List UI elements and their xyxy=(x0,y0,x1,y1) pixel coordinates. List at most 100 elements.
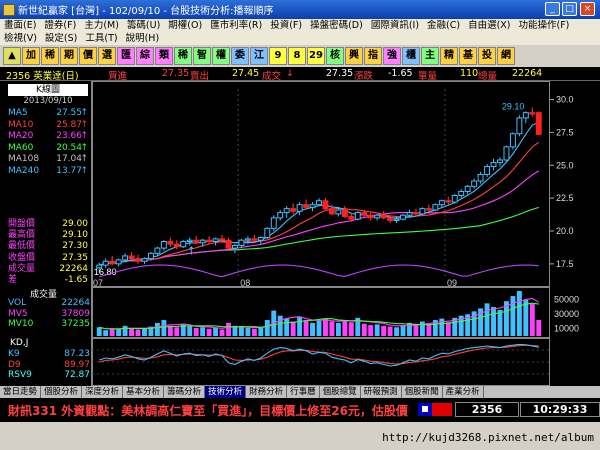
toolbar-button-11[interactable]: 權 xyxy=(212,47,230,65)
chg-label: 漲跌 xyxy=(354,71,374,82)
toolbar-button-5[interactable]: 選 xyxy=(98,47,116,65)
ma-value: 20.54 xyxy=(56,142,82,153)
toolbar-button-10[interactable]: 智 xyxy=(193,47,211,65)
toolbar-button-1[interactable]: 加 xyxy=(22,47,40,65)
volume-bar xyxy=(226,322,231,336)
menu-item-1[interactable]: 證券(F) xyxy=(40,19,80,32)
news-ticker[interactable]: 財訊331 外資觀點：美林調高仁寶至「買進」，目標價上修至26元，估股價 xyxy=(0,402,420,419)
volume-bar xyxy=(529,304,535,336)
volume-bar xyxy=(368,325,374,336)
menu2-item-1[interactable]: 設定(S) xyxy=(41,32,81,45)
menu2-item-3[interactable]: 說明(H) xyxy=(122,32,164,45)
menu-item-11[interactable]: 功能操作(F) xyxy=(515,19,574,32)
tab-0[interactable]: 當日走勢 xyxy=(0,386,42,398)
toolbar-button-14[interactable]: 9 xyxy=(269,47,287,65)
toolbar-button-24[interactable]: 基 xyxy=(459,47,477,65)
toolbar-button-20[interactable]: 強 xyxy=(383,47,401,65)
price-tick-label: 30.0 xyxy=(556,95,574,105)
menu-item-8[interactable]: 國際資訊(I) xyxy=(367,19,423,32)
volume-bar xyxy=(413,324,419,336)
volume-bar xyxy=(135,329,141,336)
menu-item-4[interactable]: 期權(O) xyxy=(164,19,206,32)
kline-header[interactable]: K線圖 xyxy=(8,84,88,96)
volume-bar xyxy=(174,327,180,336)
ohlc-value: 29.00 xyxy=(62,219,88,229)
tab-9[interactable]: 研報預測 xyxy=(361,386,402,398)
tab-11[interactable]: 產業分析 xyxy=(443,386,484,398)
menu-item-2[interactable]: 主力(M) xyxy=(80,19,123,32)
toolbar-button-7[interactable]: 綜 xyxy=(136,47,154,65)
volume-tick-label: 30000 xyxy=(554,309,579,319)
menu-item-0[interactable]: 畫面(E) xyxy=(0,19,40,32)
menu-item-10[interactable]: 自由選(X) xyxy=(464,19,514,32)
tab-3[interactable]: 基本分析 xyxy=(123,386,165,398)
volume-bar xyxy=(206,328,212,336)
tab-8[interactable]: 個股總覽 xyxy=(320,386,361,398)
toolbar-button-2[interactable]: 稀 xyxy=(41,47,59,65)
toolbar-button-19[interactable]: 指 xyxy=(364,47,382,65)
toolbar-button-15[interactable]: 8 xyxy=(288,47,306,65)
toolbar-button-21[interactable]: 櫃 xyxy=(402,47,420,65)
legend-label: K9 xyxy=(8,349,20,359)
month-label: 09 xyxy=(447,278,457,287)
menu2-item-0[interactable]: 檢視(V) xyxy=(0,32,41,45)
tab-7[interactable]: 行事曆 xyxy=(287,386,320,398)
ohlc-label: 開盤價 xyxy=(8,219,36,229)
menu-item-7[interactable]: 操盤密碼(D) xyxy=(306,19,367,32)
tab-10[interactable]: 個股新聞 xyxy=(402,386,443,398)
toolbar-button-9[interactable]: 稀 xyxy=(174,47,192,65)
tab-1[interactable]: 個股分析 xyxy=(41,386,83,398)
toolbar-button-8[interactable]: 類 xyxy=(155,47,173,65)
up-arrow-icon: ↑ xyxy=(80,154,88,164)
menu-item-3[interactable]: 籌碼(U) xyxy=(123,19,164,32)
toolbar-button-3[interactable]: 期 xyxy=(60,47,78,65)
toolbar-button-16[interactable]: 29 xyxy=(307,47,325,65)
candle-body xyxy=(141,258,148,262)
tab-6[interactable]: 財務分析 xyxy=(246,386,288,398)
quote-symbol[interactable]: 2356 英業達(日) xyxy=(6,68,79,82)
toolbar-button-25[interactable]: 投 xyxy=(478,47,496,65)
menu-item-5[interactable]: 匯市利率(R) xyxy=(206,19,266,32)
stock-code-box[interactable]: 2356 xyxy=(455,402,519,417)
toolbar-button-12[interactable]: 委 xyxy=(231,47,249,65)
toolbar-button-4[interactable]: 價 xyxy=(79,47,97,65)
toolbar-button-22[interactable]: 主 xyxy=(421,47,439,65)
tab-2[interactable]: 深度分析 xyxy=(82,386,124,398)
maximize-button[interactable]: □ xyxy=(562,2,577,16)
tab-4[interactable]: 籌碼分析 xyxy=(164,386,206,398)
volume-bar xyxy=(213,328,219,336)
menu2-item-2[interactable]: 工具(T) xyxy=(81,32,121,45)
tab-5[interactable]: 技術分析 xyxy=(205,386,247,398)
toolbar-button-0[interactable]: ▲ xyxy=(3,47,21,65)
kd-chart[interactable] xyxy=(92,338,550,386)
volume-bar xyxy=(374,324,380,336)
price-chart[interactable]: 16.8029.10↑07 08 09 xyxy=(92,81,550,287)
toolbar-button-26[interactable]: 網 xyxy=(497,47,515,65)
toolbar-button-17[interactable]: 核 xyxy=(326,47,344,65)
toolbar-button-13[interactable]: 江 xyxy=(250,47,268,65)
candle-body xyxy=(522,112,529,119)
menu-item-6[interactable]: 投資(F) xyxy=(266,19,306,32)
ma-label: MA5 xyxy=(8,108,28,118)
volume-chart[interactable] xyxy=(92,287,550,338)
toolbar-button-18[interactable]: 興 xyxy=(345,47,363,65)
ma-label: MA10 xyxy=(8,119,34,130)
toolbar-button-6[interactable]: 匯 xyxy=(117,47,135,65)
candle-body xyxy=(438,200,445,206)
legend-value: 89.97 xyxy=(64,359,90,370)
legend-value: 37235 xyxy=(61,319,90,329)
volume-bar xyxy=(264,320,270,336)
candle-body xyxy=(102,260,109,266)
ma-label: MA108 xyxy=(8,154,40,164)
close-button[interactable]: × xyxy=(580,2,595,16)
legend-label: RSV9 xyxy=(8,370,32,380)
candle-body xyxy=(497,159,503,164)
minimize-button[interactable]: _ xyxy=(545,2,560,16)
toolbar-button-23[interactable]: 精 xyxy=(440,47,458,65)
volume-bar xyxy=(491,306,496,336)
price-tick-label: 27.5 xyxy=(556,127,574,137)
volume-bar xyxy=(284,318,290,336)
flag-icon xyxy=(418,403,452,416)
menu-item-9[interactable]: 金融(C) xyxy=(423,19,464,32)
candle-body xyxy=(335,209,342,215)
